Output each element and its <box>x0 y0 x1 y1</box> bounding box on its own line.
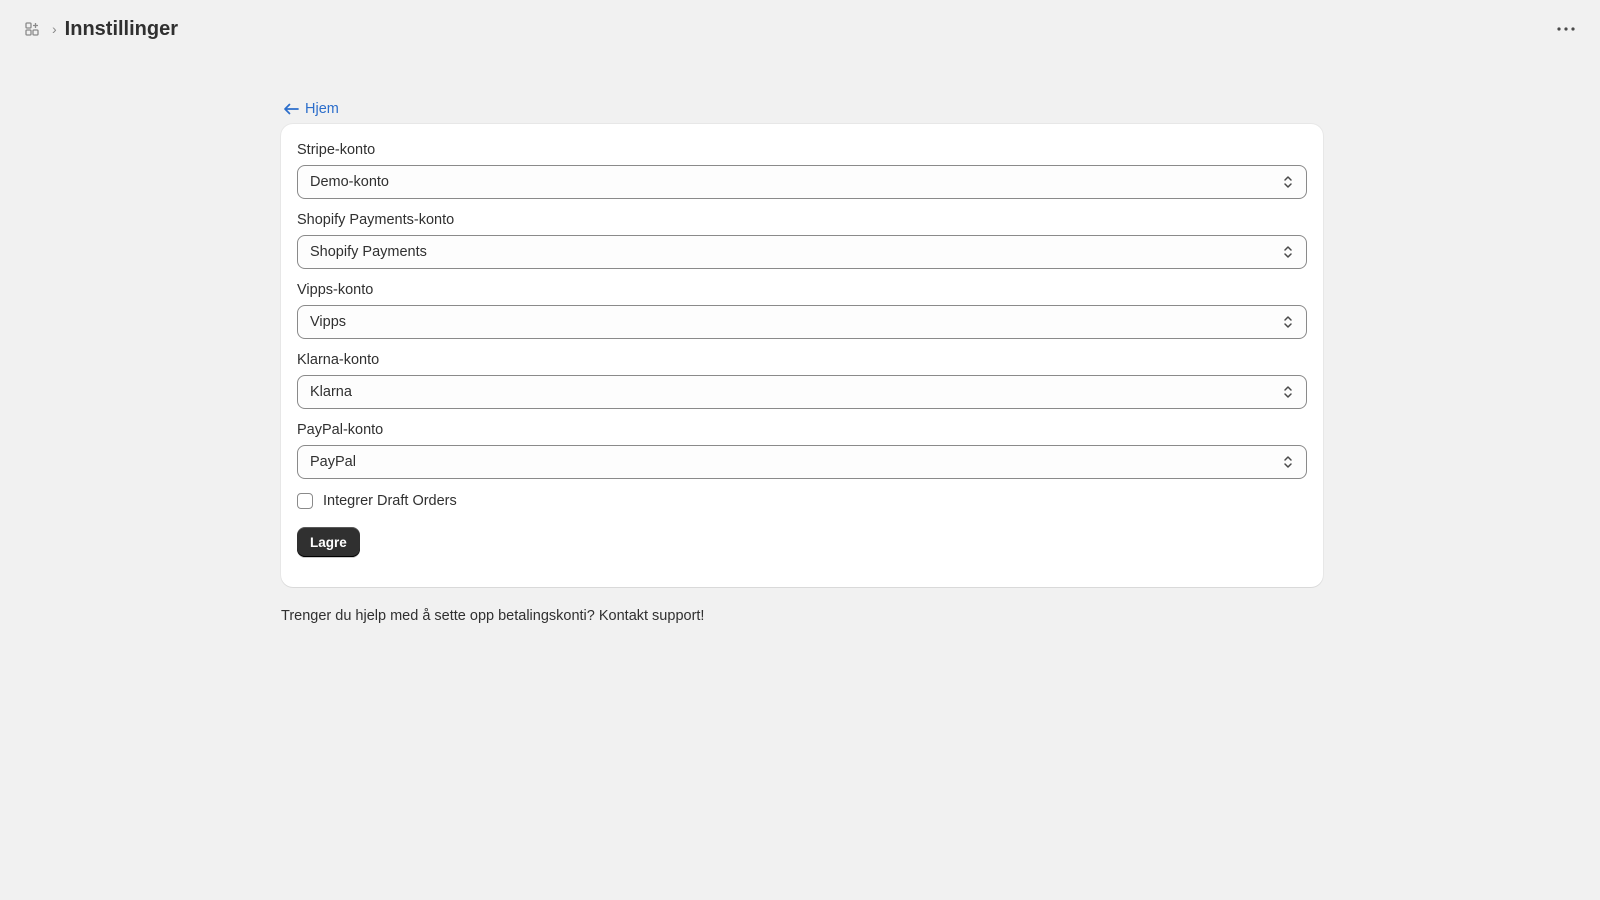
paypal-account-label: PayPal-konto <box>297 422 384 438</box>
more-actions-button[interactable] <box>1552 17 1580 41</box>
draft-orders-checkbox-label[interactable]: Integrer Draft Orders <box>323 493 457 509</box>
back-link-label: Hjem <box>305 101 339 117</box>
klarna-account-label: Klarna-konto <box>297 352 380 368</box>
page-title: Innstillinger <box>64 17 179 40</box>
breadcrumb-separator: › <box>52 21 57 37</box>
shopify-payments-account-select[interactable]: Shopify Payments <box>297 235 1307 269</box>
paypal-account-field: PayPal-konto PayPal <box>297 422 1307 479</box>
help-text: Trenger du hjelp med å sette opp betalin… <box>281 608 705 624</box>
select-caret-icon <box>1284 386 1292 398</box>
select-caret-icon <box>1284 176 1292 188</box>
top-bar: › Innstillinger <box>0 0 1600 58</box>
vipps-account-label: Vipps-konto <box>297 282 374 298</box>
save-button[interactable]: Lagre <box>297 527 360 557</box>
select-caret-icon <box>1284 246 1292 258</box>
draft-orders-checkbox-row: Integrer Draft Orders <box>297 493 1307 509</box>
select-caret-icon <box>1284 456 1292 468</box>
klarna-account-select[interactable]: Klarna <box>297 375 1307 409</box>
arrow-left-icon <box>284 103 299 115</box>
draft-orders-checkbox[interactable] <box>297 493 313 509</box>
stripe-account-field: Stripe-konto Demo-konto <box>297 142 1307 199</box>
stripe-account-select[interactable]: Demo-konto <box>297 165 1307 199</box>
paypal-account-value: PayPal <box>310 454 356 470</box>
klarna-account-field: Klarna-konto Klarna <box>297 352 1307 409</box>
select-caret-icon <box>1284 316 1292 328</box>
klarna-account-value: Klarna <box>310 384 352 400</box>
apps-grid-icon[interactable] <box>22 19 42 39</box>
vipps-account-field: Vipps-konto Vipps <box>297 282 1307 339</box>
shopify-payments-account-field: Shopify Payments-konto Shopify Payments <box>297 212 1307 269</box>
vipps-account-value: Vipps <box>310 314 347 330</box>
ellipsis-horizontal-icon <box>1557 27 1575 31</box>
shopify-payments-account-label: Shopify Payments-konto <box>297 212 455 228</box>
vipps-account-select[interactable]: Vipps <box>297 305 1307 339</box>
back-link-home[interactable]: Hjem <box>283 96 339 122</box>
stripe-account-value: Demo-konto <box>310 174 389 190</box>
paypal-account-select[interactable]: PayPal <box>297 445 1307 479</box>
main-content: Hjem Stripe-konto Demo-konto Shopify Pay… <box>281 96 1323 624</box>
stripe-account-label: Stripe-konto <box>297 142 376 158</box>
shopify-payments-account-value: Shopify Payments <box>310 244 427 260</box>
settings-card: Stripe-konto Demo-konto Shopify Payments… <box>281 124 1323 587</box>
